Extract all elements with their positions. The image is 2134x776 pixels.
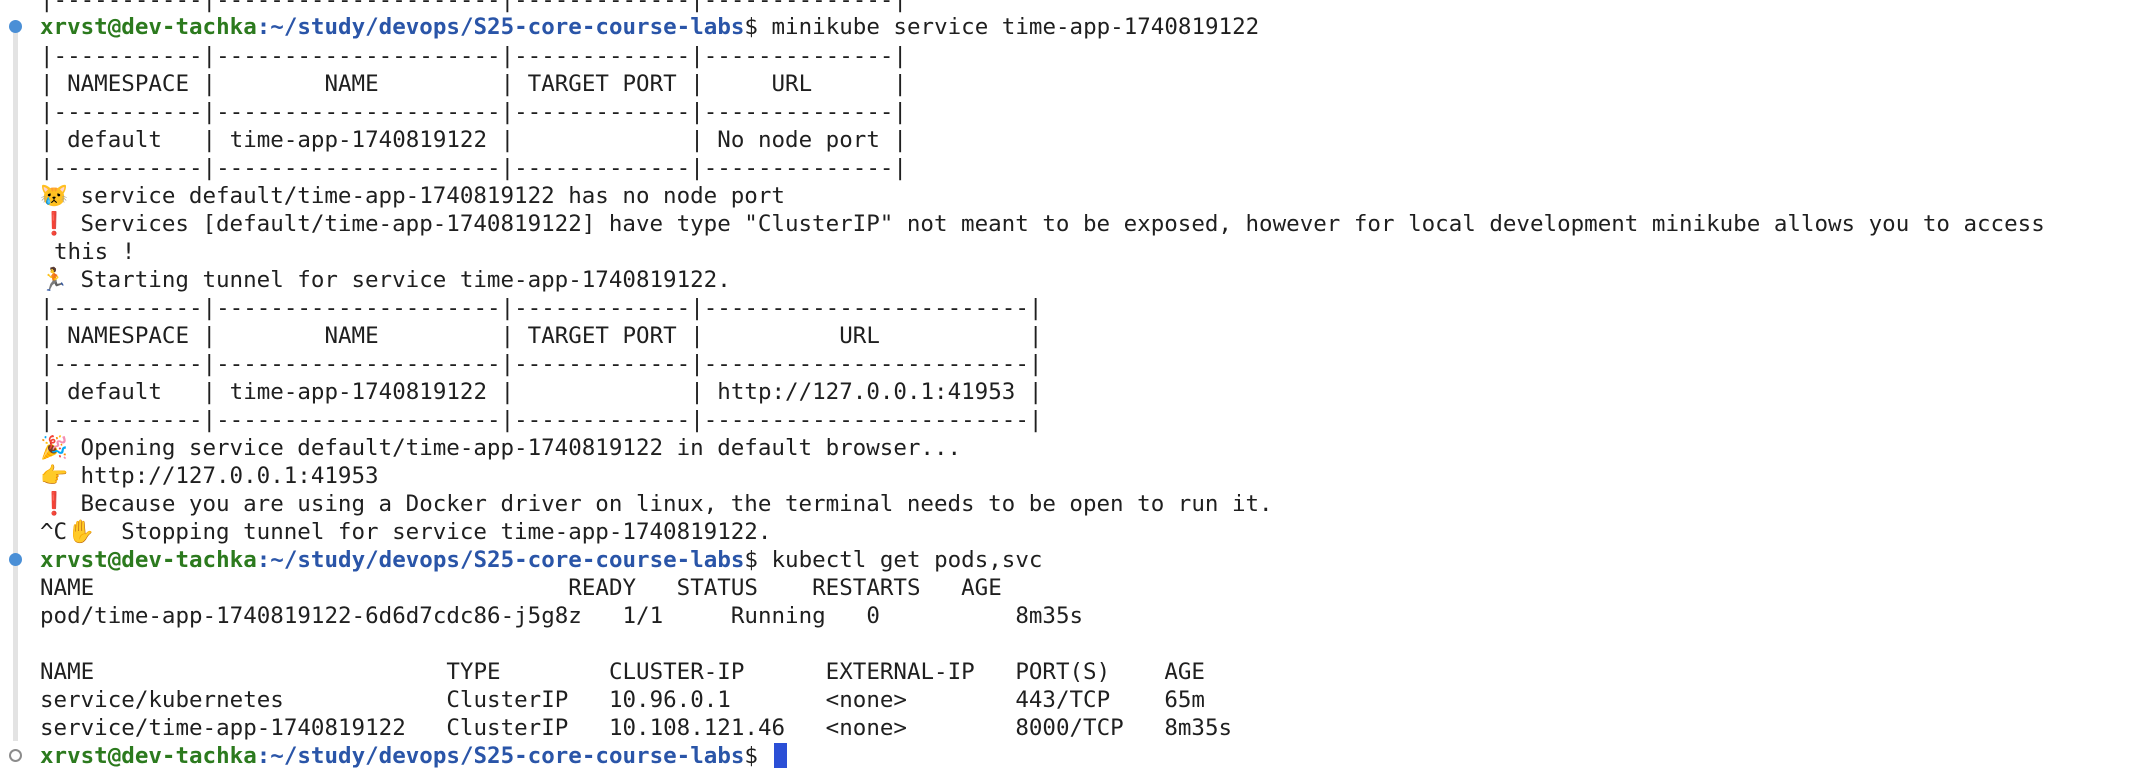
table-line: | default | time-app-1740819122 | | http… xyxy=(40,379,1043,405)
output-line-stopping: ^C✋ Stopping tunnel for service time-app… xyxy=(40,518,2134,546)
table-line: |-----------|---------------------|-----… xyxy=(40,43,907,69)
output-text: service default/time-app-1740819122 has … xyxy=(67,183,785,209)
table-line: |-----------|---------------------|-----… xyxy=(40,155,907,181)
table-line: |-----------|---------------------|-----… xyxy=(40,351,1043,377)
text-cursor xyxy=(773,743,787,768)
command-block-gutter xyxy=(13,565,18,741)
svc-table-row: service/time-app-1740819122 ClusterIP 10… xyxy=(40,715,1233,741)
prompt-user-host: xrvst@dev-tachka xyxy=(40,547,257,573)
output-text: Starting tunnel for service time-app-174… xyxy=(67,267,731,293)
service-url-link[interactable]: http://127.0.0.1:41953 xyxy=(67,463,379,489)
output-line-no-node-port: 😿 service default/time-app-1740819122 ha… xyxy=(40,182,2134,210)
prompt-symbol: $ xyxy=(744,14,758,40)
prompt-user-host: xrvst@dev-tachka xyxy=(40,743,257,769)
command-block-gutter xyxy=(13,28,18,556)
table-line: |-----------|---------------------|-----… xyxy=(40,407,1043,433)
output-text: Opening service default/time-app-1740819… xyxy=(67,435,962,461)
terminal-window[interactable]: |-----------|---------------------|-----… xyxy=(0,0,2134,776)
raised-hand-icon: ✋ xyxy=(67,519,96,545)
pods-table-header: NAME READY STATUS RESTARTS AGE xyxy=(40,575,1002,601)
runner-icon: 🏃 xyxy=(40,267,69,293)
prompt-separator: : xyxy=(256,743,271,769)
output-line-docker-warning: ❗ Because you are using a Docker driver … xyxy=(40,490,2134,518)
pointing-hand-icon: 👉 xyxy=(40,463,69,489)
command-status-success-dot xyxy=(9,20,22,33)
crying-cat-icon: 😿 xyxy=(40,183,69,209)
output-text: Stopping tunnel for service time-app-174… xyxy=(94,519,772,545)
table-line: |-----------|---------------------|-----… xyxy=(40,99,907,125)
output-text: Because you are using a Docker driver on… xyxy=(67,491,1273,517)
prompt-separator: : xyxy=(256,14,271,40)
previous-output-border: |-----------|---------------------|-----… xyxy=(40,0,907,13)
command-text: minikube service time-app-1740819122 xyxy=(771,14,1260,40)
output-line-url: 👉 http://127.0.0.1:41953 xyxy=(40,462,2134,490)
party-popper-icon: 🎉 xyxy=(40,435,69,461)
exclamation-icon: ❗ xyxy=(40,491,69,517)
output-line-opening: 🎉 Opening service default/time-app-17408… xyxy=(40,434,2134,462)
output-text: Services [default/time-app-1740819122] h… xyxy=(67,211,2045,237)
prompt-path: ~/study/devops/S25-core-course-labs xyxy=(270,14,745,40)
table-line: | NAMESPACE | NAME | TARGET PORT | URL | xyxy=(40,71,907,97)
output-line-wrap: this ! xyxy=(54,239,136,265)
table-line: | default | time-app-1740819122 | | No n… xyxy=(40,127,907,153)
table-line: | NAMESPACE | NAME | TARGET PORT | URL | xyxy=(40,323,1043,349)
prompt-path: ~/study/devops/S25-core-course-labs xyxy=(270,743,745,769)
prompt-line-current[interactable]: xrvst@dev-tachka:~/study/devops/S25-core… xyxy=(40,742,2134,770)
svc-table-header: NAME TYPE CLUSTER-IP EXTERNAL-IP PORT(S)… xyxy=(40,659,1205,685)
svc-table-row: service/kubernetes ClusterIP 10.96.0.1 <… xyxy=(40,687,1205,713)
output-line-tunnel: 🏃 Starting tunnel for service time-app-1… xyxy=(40,266,2134,294)
prompt-user-host: xrvst@dev-tachka xyxy=(40,14,257,40)
exclamation-icon: ❗ xyxy=(40,211,69,237)
prompt-path: ~/study/devops/S25-core-course-labs xyxy=(270,547,745,573)
command-text: kubectl get pods,svc xyxy=(771,547,1043,573)
interrupt-text: ^C xyxy=(40,519,68,545)
command-status-success-dot xyxy=(9,553,22,566)
prompt-line: xrvst@dev-tachka:~/study/devops/S25-core… xyxy=(40,13,2134,41)
table-line: |-----------|---------------------|-----… xyxy=(40,295,1043,321)
prompt-separator: : xyxy=(256,547,271,573)
output-line-clusterip-warning: ❗ Services [default/time-app-1740819122]… xyxy=(40,210,2134,238)
pods-table-row: pod/time-app-1740819122-6d6d7cdc86-j5g8z… xyxy=(40,603,1084,629)
prompt-line: xrvst@dev-tachka:~/study/devops/S25-core… xyxy=(40,546,2134,574)
prompt-symbol: $ xyxy=(744,743,758,769)
prompt-symbol: $ xyxy=(744,547,758,573)
command-status-pending-dot xyxy=(9,749,22,762)
